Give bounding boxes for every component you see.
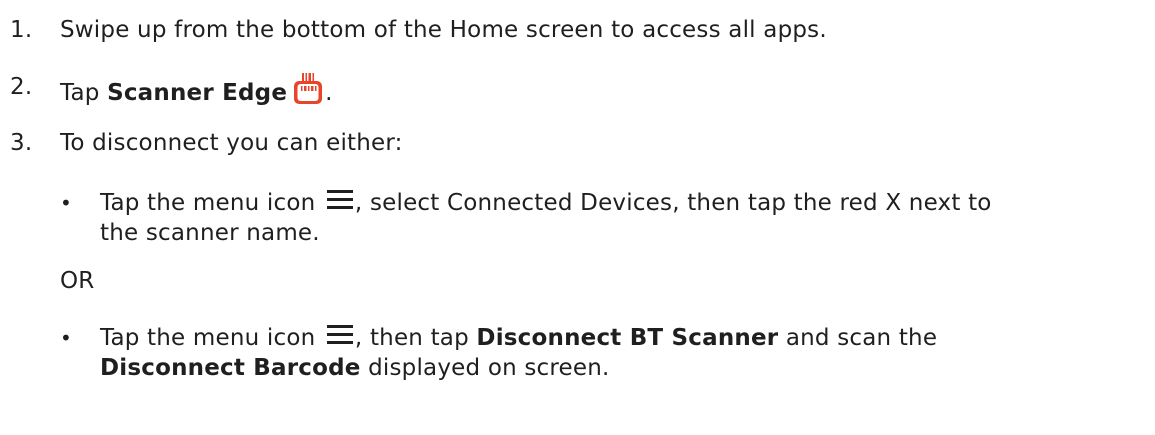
scanner-edge-app-icon bbox=[291, 72, 325, 106]
disconnect-bt-scanner-label: Disconnect BT Scanner bbox=[476, 325, 779, 351]
option-1-continued: the scanner name. bbox=[100, 218, 320, 248]
step-number: 1. bbox=[10, 17, 33, 43]
disconnect-barcode-label: Disconnect Barcode bbox=[100, 355, 361, 381]
hamburger-menu-icon bbox=[326, 325, 353, 345]
step-number: 2. bbox=[10, 74, 33, 100]
step-text: To disconnect you can either: bbox=[60, 130, 403, 156]
app-name: Scanner Edge bbox=[107, 80, 288, 106]
hamburger-menu-icon bbox=[326, 190, 353, 210]
option-2-continued: Disconnect Barcode displayed on screen. bbox=[100, 355, 610, 381]
step-text: Tap bbox=[60, 80, 108, 106]
step-suffix: . bbox=[325, 80, 333, 106]
or-separator: OR bbox=[60, 268, 95, 294]
step-text: Swipe up from the bottom of the Home scr… bbox=[60, 17, 827, 43]
option-text: Tap the menu icon , then tap Disconnect … bbox=[100, 325, 938, 351]
step-content: Tap Scanner Edge . bbox=[60, 72, 333, 108]
step-number: 3. bbox=[10, 130, 33, 156]
option-text: Tap the menu icon , select Connected Dev… bbox=[100, 190, 992, 216]
option-text: the scanner name. bbox=[100, 220, 320, 246]
bullet: • bbox=[60, 326, 72, 350]
bullet: • bbox=[60, 191, 72, 215]
